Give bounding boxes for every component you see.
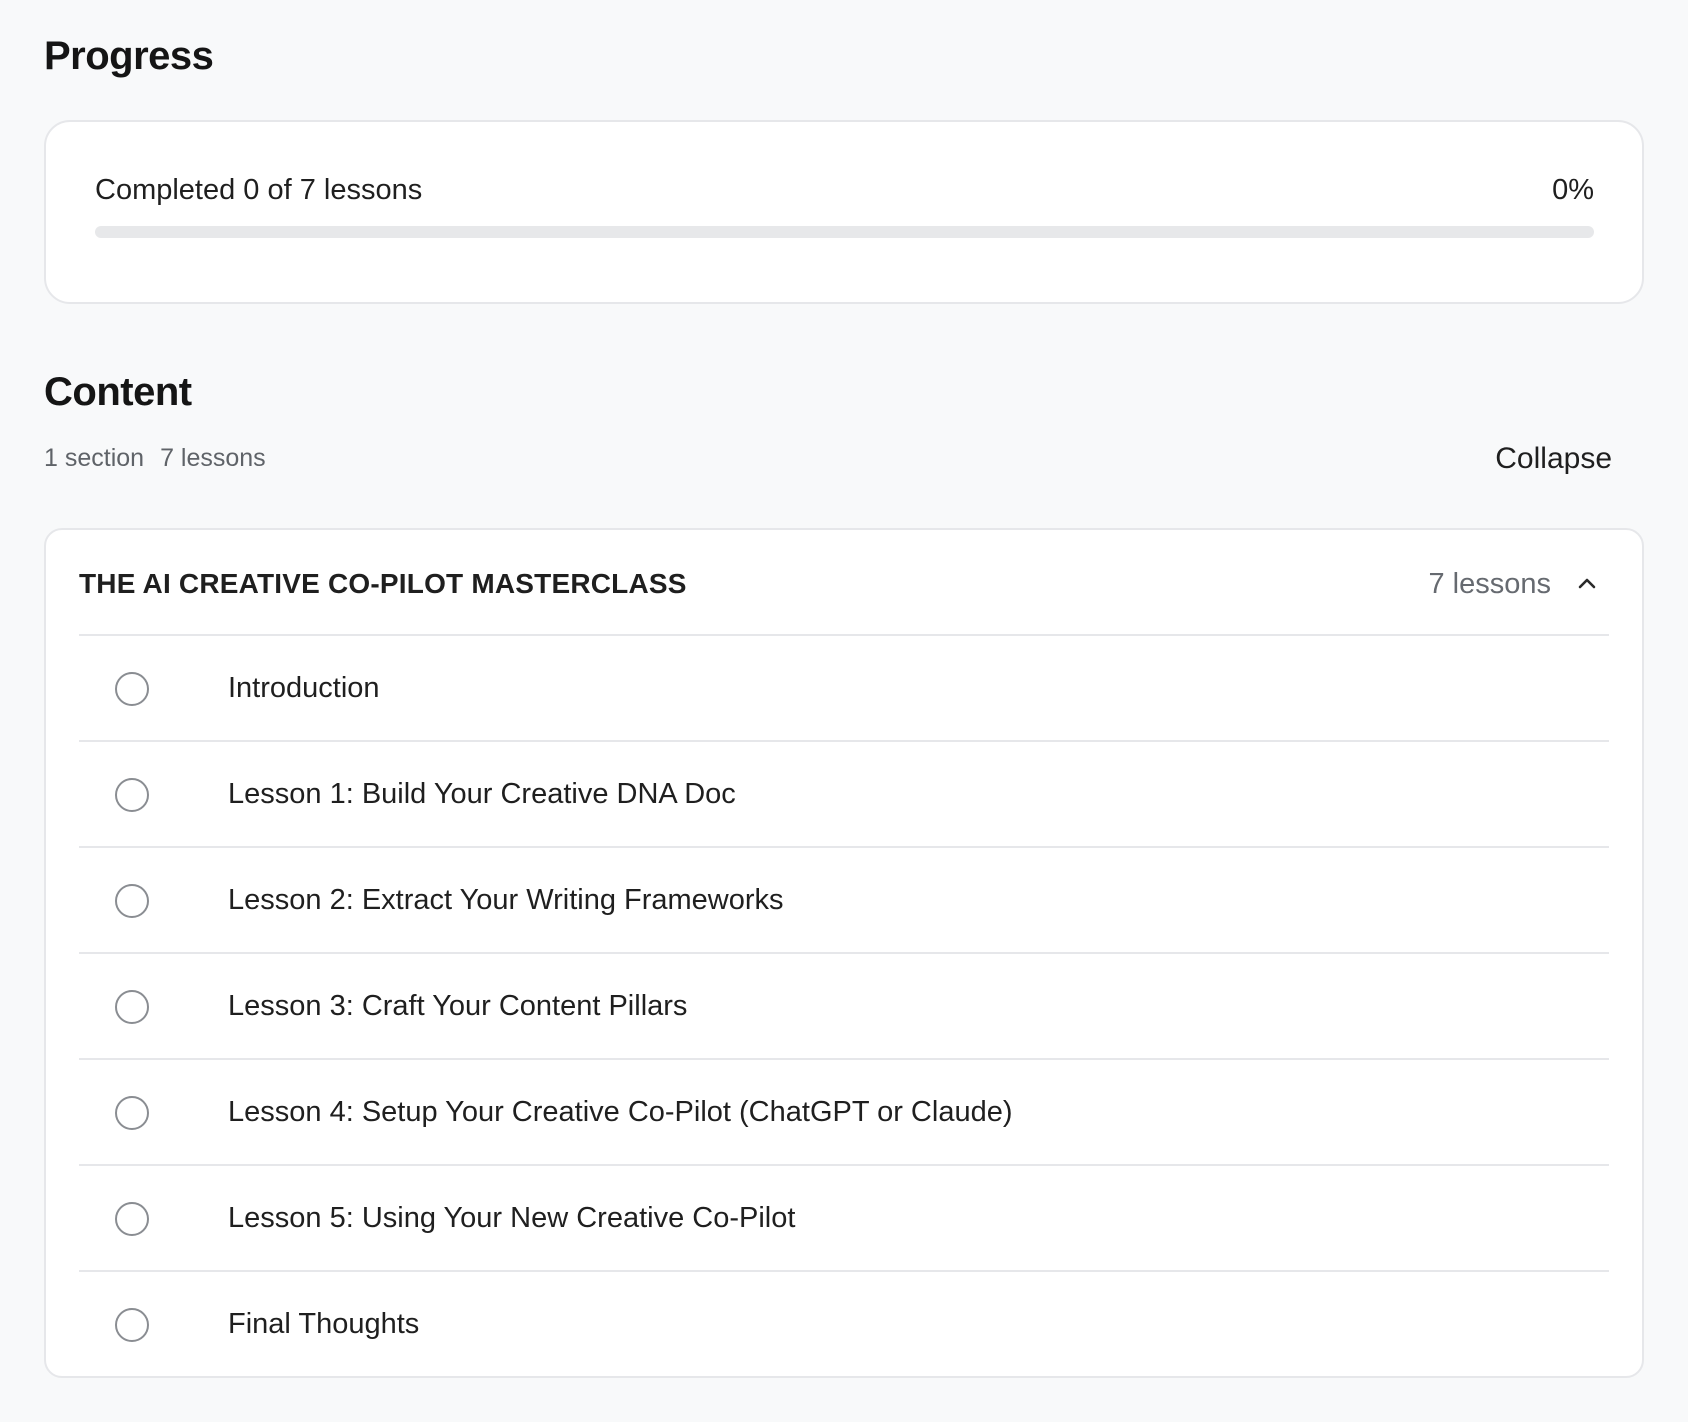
collapse-button[interactable]: Collapse <box>1495 442 1612 476</box>
lesson-incomplete-circle-icon[interactable] <box>115 778 149 812</box>
lesson-title[interactable]: Lesson 5: Using Your New Creative Co-Pil… <box>228 1202 795 1235</box>
lesson-count-text: 7 lessons <box>160 444 266 472</box>
lesson-item[interactable]: Lesson 3: Craft Your Content Pillars <box>79 954 1609 1060</box>
lesson-item[interactable]: Lesson 1: Build Your Creative DNA Doc <box>79 742 1609 848</box>
lesson-title[interactable]: Lesson 4: Setup Your Creative Co-Pilot (… <box>228 1096 1013 1129</box>
lesson-item[interactable]: Lesson 4: Setup Your Creative Co-Pilot (… <box>79 1060 1609 1166</box>
lesson-incomplete-circle-icon[interactable] <box>115 1308 149 1342</box>
section-title: THE AI CREATIVE CO-PILOT MASTERCLASS <box>79 568 687 599</box>
lesson-title[interactable]: Introduction <box>228 672 380 705</box>
lesson-incomplete-circle-icon[interactable] <box>115 1096 149 1130</box>
lesson-incomplete-circle-icon[interactable] <box>115 1202 149 1236</box>
content-heading: Content <box>44 370 192 414</box>
progress-card: Completed 0 of 7 lessons 0% <box>44 120 1644 304</box>
lesson-incomplete-circle-icon[interactable] <box>115 990 149 1024</box>
section-header-toggle[interactable]: THE AI CREATIVE CO-PILOT MASTERCLASS 7 l… <box>79 530 1609 636</box>
lesson-list: Introduction Lesson 1: Build Your Creati… <box>79 636 1609 1376</box>
progress-heading: Progress <box>44 34 214 78</box>
lesson-item[interactable]: Introduction <box>79 636 1609 742</box>
progress-completed-text: Completed 0 of 7 lessons <box>95 174 423 206</box>
section-lesson-count: 7 lessons <box>1428 568 1551 600</box>
lesson-title[interactable]: Lesson 1: Build Your Creative DNA Doc <box>228 778 736 811</box>
course-progress-page: Progress Completed 0 of 7 lessons 0% Con… <box>0 0 1688 1422</box>
section-card: THE AI CREATIVE CO-PILOT MASTERCLASS 7 l… <box>44 528 1644 1378</box>
lesson-item[interactable]: Lesson 2: Extract Your Writing Framework… <box>79 848 1609 954</box>
lesson-incomplete-circle-icon[interactable] <box>115 884 149 918</box>
progress-percent: 0% <box>1552 174 1594 206</box>
lesson-incomplete-circle-icon[interactable] <box>115 672 149 706</box>
progress-bar-track <box>95 226 1594 238</box>
lesson-item[interactable]: Final Thoughts <box>79 1272 1609 1376</box>
lesson-item[interactable]: Lesson 5: Using Your New Creative Co-Pil… <box>79 1166 1609 1272</box>
lesson-title[interactable]: Lesson 2: Extract Your Writing Framework… <box>228 884 784 917</box>
section-count-text: 1 section <box>44 444 145 472</box>
lesson-title[interactable]: Lesson 3: Craft Your Content Pillars <box>228 990 687 1023</box>
lesson-title[interactable]: Final Thoughts <box>228 1308 419 1341</box>
content-meta: 1 section 7 lessons <box>44 444 266 473</box>
chevron-up-icon[interactable] <box>1575 572 1599 596</box>
